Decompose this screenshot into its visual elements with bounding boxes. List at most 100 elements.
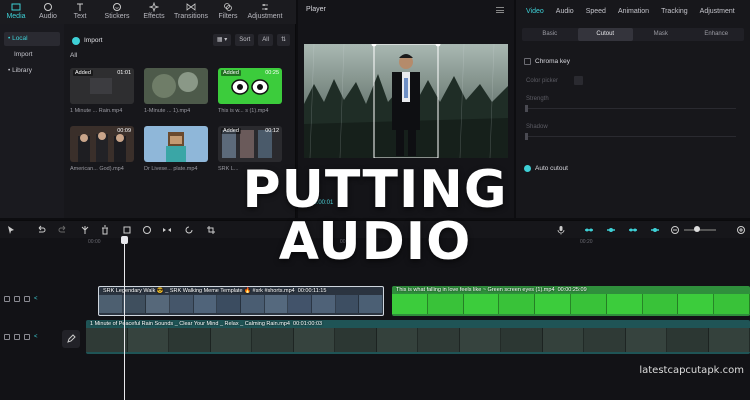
player-title: Player bbox=[306, 6, 326, 13]
clip-frames bbox=[86, 328, 750, 352]
import-icon bbox=[72, 36, 80, 45]
chroma-key-label: Chroma key bbox=[535, 58, 571, 65]
filter-all-button[interactable]: All bbox=[258, 34, 273, 46]
overlay-title-line2: AUDIO bbox=[278, 212, 472, 272]
tab-tracking[interactable]: Tracking bbox=[655, 8, 694, 15]
track-chevron-icon[interactable]: < bbox=[34, 334, 38, 340]
subtab-mask[interactable]: Mask bbox=[633, 28, 689, 41]
added-badge: Added bbox=[221, 128, 241, 134]
tool-stickers-label: Stickers bbox=[104, 13, 130, 20]
import-button[interactable]: Import bbox=[72, 34, 102, 47]
sort-button[interactable]: Sort bbox=[235, 34, 255, 46]
nav-local[interactable]: • Local bbox=[4, 32, 60, 46]
strength-slider[interactable] bbox=[525, 105, 736, 112]
clip-title: SRK Legendary Walk 😎 _ SRK Walking Meme … bbox=[103, 288, 327, 294]
media-clip[interactable]: Added 00:12 bbox=[218, 126, 282, 162]
clip-duration: 00:25 bbox=[265, 70, 279, 76]
audio-track-header: < bbox=[4, 334, 38, 340]
filters-icon bbox=[223, 2, 233, 12]
tool-media[interactable]: Media bbox=[0, 0, 32, 24]
clip-name: 1-Minute ... 1).mp4 bbox=[144, 108, 191, 114]
player-menu-icon[interactable] bbox=[496, 7, 504, 13]
track-chevron-icon[interactable]: < bbox=[34, 296, 38, 302]
nav-import[interactable]: Import bbox=[4, 48, 60, 62]
color-picker-label: Color picker bbox=[526, 78, 559, 84]
timeline-clip-rain[interactable]: 1 Minute of Peaceful Rain Sounds _ Clear… bbox=[86, 320, 750, 354]
clip-frames bbox=[99, 295, 383, 313]
shadow-label: Shadow bbox=[526, 124, 548, 130]
shadow-slider[interactable] bbox=[525, 133, 736, 140]
subtab-enhance[interactable]: Enhance bbox=[689, 28, 745, 41]
chroma-key-checkbox[interactable] bbox=[524, 58, 531, 65]
track-visibility-icon[interactable] bbox=[4, 334, 10, 340]
clip-frames bbox=[392, 294, 750, 314]
media-clip[interactable]: 00:09 bbox=[70, 126, 134, 162]
tab-adjustment[interactable]: Adjustment bbox=[694, 8, 741, 15]
tool-adjustment[interactable]: Adjustment bbox=[244, 0, 286, 24]
tool-text-label: Text bbox=[73, 13, 87, 20]
transitions-icon bbox=[186, 2, 196, 12]
tool-audio[interactable]: Audio bbox=[32, 0, 64, 24]
video-track-header: < bbox=[4, 296, 38, 302]
clip-name: This is w... s (1).mp4 bbox=[218, 108, 269, 114]
tab-video[interactable]: Video bbox=[520, 8, 550, 15]
media-clip[interactable] bbox=[144, 126, 208, 162]
all-heading: All bbox=[70, 52, 78, 59]
tool-transitions-label: Transitions bbox=[174, 13, 208, 20]
media-clip[interactable]: Added 01:01 bbox=[70, 68, 134, 104]
tool-adjustment-label: Adjustment bbox=[247, 13, 283, 20]
watermark: latestcapcutapk.com bbox=[639, 365, 744, 376]
track-lock-icon[interactable] bbox=[14, 296, 20, 302]
tool-effects-label: Effects bbox=[143, 13, 165, 20]
added-badge: Added bbox=[73, 70, 93, 76]
tool-media-label: Media bbox=[6, 13, 26, 20]
track-visibility-icon[interactable] bbox=[4, 296, 10, 302]
media-controls: ▦ ▾ Sort All ⇅ bbox=[212, 34, 290, 46]
added-badge: Added bbox=[221, 70, 241, 76]
filter-icon[interactable]: ⇅ bbox=[276, 34, 290, 46]
tab-animation[interactable]: Animation bbox=[612, 8, 655, 15]
strength-label: Strength bbox=[526, 96, 549, 102]
video-preview[interactable] bbox=[304, 44, 508, 158]
subtab-basic[interactable]: Basic bbox=[522, 28, 578, 41]
audio-icon bbox=[43, 2, 53, 12]
overlay-title-line1: PUTTING bbox=[242, 160, 508, 220]
clip-duration: 01:01 bbox=[117, 70, 131, 76]
chroma-key-row[interactable]: Chroma key bbox=[524, 58, 570, 65]
media-clip[interactable] bbox=[144, 68, 208, 104]
color-picker-swatch[interactable] bbox=[574, 76, 583, 85]
media-clip[interactable]: Added 00:25 bbox=[218, 68, 282, 104]
inspector-subtabs: Basic Cutout Mask Enhance bbox=[522, 28, 744, 41]
effects-icon bbox=[149, 2, 159, 12]
tool-filters-label: Filters bbox=[218, 13, 238, 20]
adjustment-icon bbox=[260, 2, 270, 12]
clip-duration: 00:09 bbox=[117, 128, 131, 134]
tool-transitions[interactable]: Transitions bbox=[170, 0, 212, 24]
pen-icon bbox=[67, 334, 76, 343]
timeline-clip-srk[interactable]: SRK Legendary Walk 😎 _ SRK Walking Meme … bbox=[98, 286, 384, 316]
pen-edit-button[interactable] bbox=[62, 330, 80, 348]
track-eye-icon[interactable] bbox=[24, 296, 30, 302]
track-eye-icon[interactable] bbox=[24, 334, 30, 340]
track-lock-icon[interactable] bbox=[14, 334, 20, 340]
nav-library[interactable]: • Library bbox=[4, 64, 60, 78]
tool-stickers[interactable]: Stickers bbox=[96, 0, 138, 24]
subtab-cutout[interactable]: Cutout bbox=[577, 28, 633, 41]
tab-speed[interactable]: Speed bbox=[580, 8, 612, 15]
view-toggle-icon[interactable]: ▦ ▾ bbox=[212, 34, 232, 46]
text-icon bbox=[75, 2, 85, 12]
stickers-icon bbox=[112, 2, 122, 12]
media-icon bbox=[11, 2, 21, 12]
tool-effects[interactable]: Effects bbox=[138, 0, 170, 24]
clip-name: 1 Minute ... Rain.mp4 bbox=[70, 108, 123, 114]
media-toolbar: Media Audio Text Stickers Effects Transi… bbox=[0, 0, 296, 24]
tool-text[interactable]: Text bbox=[64, 0, 96, 24]
tool-filters[interactable]: Filters bbox=[212, 0, 244, 24]
clip-title: This is what falling in love feels like … bbox=[396, 287, 587, 293]
timeline-clip-green[interactable]: This is what falling in love feels like … bbox=[392, 286, 750, 316]
inspector-tabs: Video Audio Speed Animation Tracking Adj… bbox=[516, 0, 750, 22]
tool-audio-label: Audio bbox=[39, 13, 57, 20]
import-label: Import bbox=[84, 37, 103, 44]
clip-duration: 00:12 bbox=[265, 128, 279, 134]
tab-audio[interactable]: Audio bbox=[550, 8, 580, 15]
